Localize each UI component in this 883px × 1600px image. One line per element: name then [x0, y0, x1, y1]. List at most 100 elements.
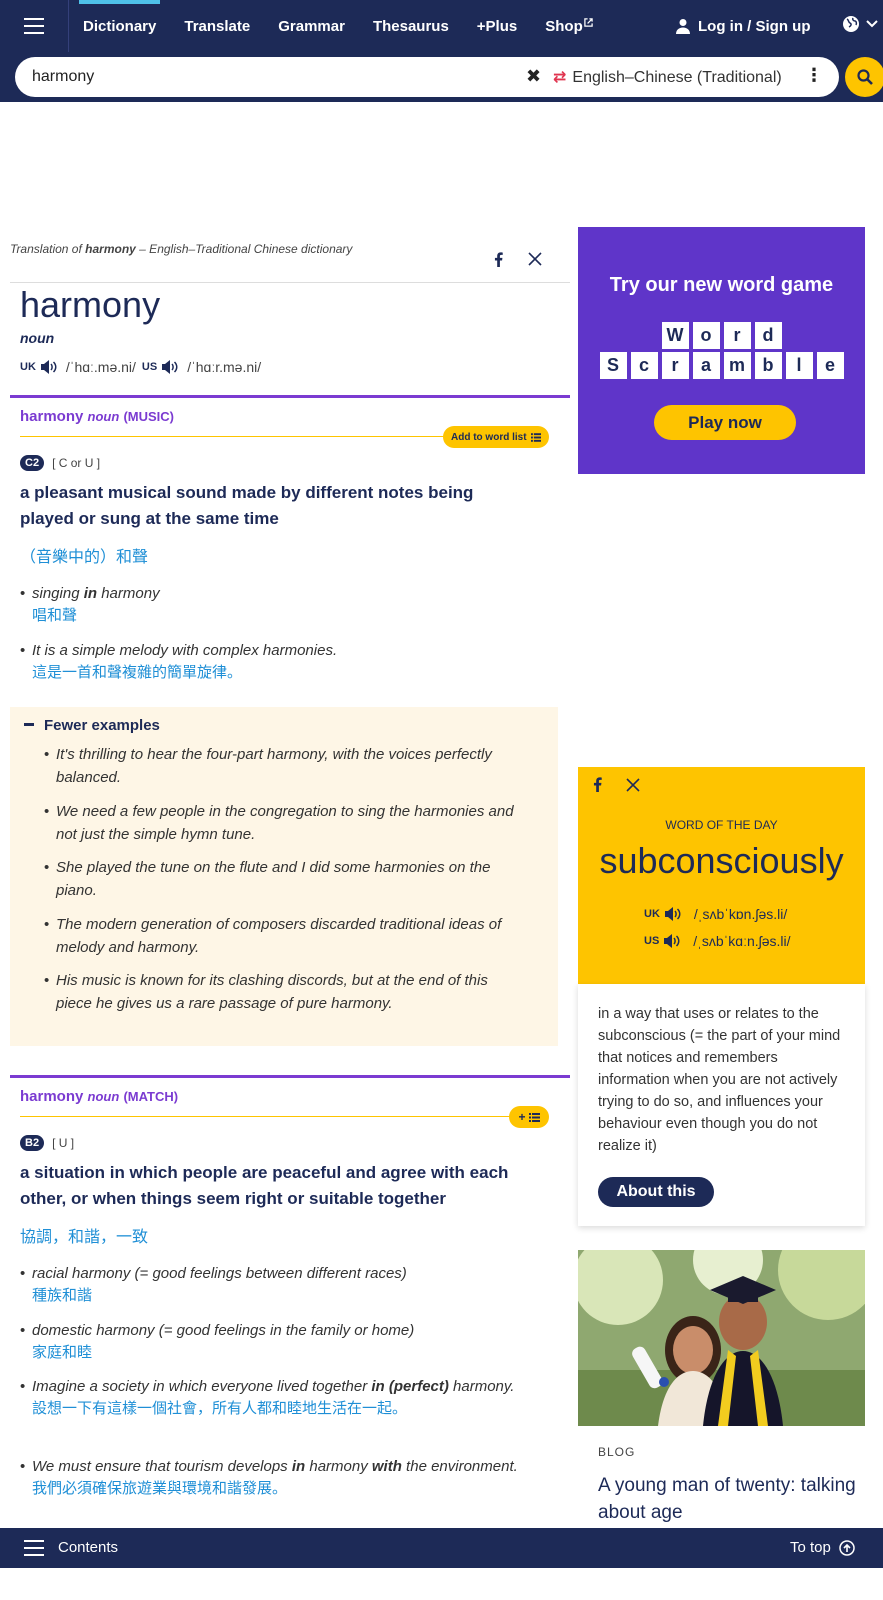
- nav-thesaurus[interactable]: Thesaurus: [359, 0, 463, 52]
- contents-button[interactable]: Contents: [24, 1539, 118, 1556]
- x-icon: [528, 252, 542, 266]
- scramble-tiles-row2: S c r a m b l e: [578, 352, 865, 379]
- example: It is a simple melody with complex harmo…: [20, 640, 560, 684]
- nav-plus[interactable]: +Plus: [463, 0, 531, 52]
- swap-icon: ⇄: [553, 69, 567, 86]
- add-to-word-list-label: Add to word list: [451, 431, 527, 443]
- more-options-icon[interactable]: ⋮: [805, 65, 823, 86]
- sense-pos: noun: [87, 409, 120, 424]
- example-text: It is a simple melody with complex harmo…: [20, 640, 560, 662]
- uk-label: UK: [644, 908, 660, 920]
- sense-pos: noun: [87, 1089, 120, 1104]
- more-example: The modern generation of composers disca…: [44, 913, 524, 959]
- facebook-icon: [494, 252, 503, 267]
- fewer-examples-toggle[interactable]: Fewer examples: [24, 717, 160, 734]
- blog-card[interactable]: BLOG A young man of twenty: talking abou…: [578, 1250, 865, 1530]
- nav-grammar[interactable]: Grammar: [264, 0, 359, 52]
- letter-tile: d: [754, 322, 782, 349]
- language-selector[interactable]: [842, 15, 878, 33]
- grammar-code: [ U ]: [52, 1136, 75, 1150]
- sense-headword: harmony: [20, 1088, 84, 1105]
- definition: a pleasant musical sound made by differe…: [20, 483, 474, 528]
- speaker-icon[interactable]: [40, 359, 58, 375]
- us-label: US: [141, 361, 158, 373]
- sense-guideword: (MUSIC): [123, 409, 175, 424]
- example: We must ensure that tourism develops in …: [20, 1456, 560, 1500]
- dictionary-selector[interactable]: ⇄ English–Chinese (Traditional): [553, 67, 782, 87]
- about-this-button[interactable]: About this: [598, 1177, 714, 1207]
- wotd-definition-card: in a way that uses or relates to the sub…: [578, 984, 865, 1226]
- example: Imagine a society in which everyone live…: [20, 1376, 560, 1420]
- sense-guideword: (MATCH): [123, 1089, 179, 1104]
- wotd-definition: in a way that uses or relates to the sub…: [598, 1006, 841, 1154]
- example-bold: in (perfect): [371, 1378, 449, 1395]
- clear-search-icon[interactable]: ✖: [526, 66, 541, 87]
- example-part: the environment.: [401, 1458, 518, 1475]
- nav-dictionary[interactable]: Dictionary: [69, 0, 170, 52]
- wotd-word[interactable]: subconsciously: [578, 840, 865, 882]
- share-facebook[interactable]: [593, 777, 602, 797]
- example-text: racial harmony (= good feelings between …: [20, 1263, 560, 1285]
- search-input[interactable]: harmony: [32, 68, 94, 86]
- word-scramble-ad[interactable]: Try our new word game W o r d S c r a m …: [578, 227, 865, 474]
- play-now-button[interactable]: Play now: [654, 405, 796, 440]
- translation-of: Translation of harmony – English–Traditi…: [10, 242, 352, 256]
- wotd-us-pron: US /ˌsʌbˈkɑːn.ʃəs.li/: [644, 933, 791, 949]
- definition-translation: （音樂中的）和聲: [20, 549, 149, 566]
- divider: [10, 282, 570, 283]
- letter-tile: m: [723, 352, 751, 379]
- to-top-button[interactable]: To top: [790, 1539, 855, 1556]
- facebook-icon: [593, 777, 602, 792]
- add-to-word-list-button[interactable]: +: [509, 1106, 549, 1128]
- sense-match: harmony noun (MATCH) + B2 [ U ] a situat…: [10, 1075, 570, 1535]
- translation-of-word: harmony: [85, 242, 136, 256]
- nav-shop[interactable]: Shop: [531, 0, 607, 52]
- translation-of-suffix: – English–Traditional Chinese dictionary: [135, 242, 353, 256]
- example-part: We must ensure that tourism develops: [32, 1458, 292, 1475]
- example-translation: 種族和諧: [32, 1287, 93, 1304]
- add-to-word-list-button[interactable]: Add to word list: [443, 426, 549, 448]
- minus-icon: [24, 722, 34, 726]
- speaker-icon[interactable]: [161, 359, 179, 375]
- ad-title: Try our new word game: [609, 274, 834, 296]
- speaker-icon[interactable]: [664, 906, 682, 922]
- blog-title[interactable]: A young man of twenty: talking about age: [598, 1472, 858, 1526]
- arrow-up-circle-icon: [839, 1539, 855, 1556]
- globe-icon: [843, 16, 859, 32]
- letter-tile: W: [661, 322, 689, 349]
- more-example: It's thrilling to hear the four-part har…: [44, 743, 524, 789]
- more-example: His music is known for its clashing disc…: [44, 969, 524, 1015]
- chevron-down-icon: [866, 20, 878, 28]
- user-icon: [676, 19, 690, 34]
- example-bold: in: [291, 1458, 306, 1475]
- speaker-icon[interactable]: [663, 933, 681, 949]
- sense-header: harmony noun (MATCH): [20, 1088, 178, 1105]
- example-part: harmony: [97, 585, 160, 602]
- example-text: Imagine a society in which everyone live…: [20, 1376, 560, 1398]
- search-button[interactable]: [845, 57, 883, 97]
- part-of-speech: noun: [20, 330, 55, 346]
- pronunciation: UK /ˈhɑː.mə.ni/ US /ˈhɑːr.mə.ni/: [20, 359, 267, 375]
- cefr-badge: C2: [20, 455, 45, 471]
- uk-label: UK: [20, 361, 36, 373]
- us-ipa: /ˈhɑːr.mə.ni/: [187, 359, 262, 375]
- menu-button[interactable]: [0, 0, 69, 52]
- letter-tile: S: [599, 352, 627, 379]
- search-bar: harmony ✖ ⇄ English–Chinese (Traditional)…: [0, 52, 883, 102]
- share-x[interactable]: [626, 778, 640, 797]
- scramble-tiles-row1: W o r d: [578, 322, 865, 349]
- share-facebook[interactable]: [494, 252, 503, 267]
- fewer-examples-label: Fewer examples: [44, 717, 160, 734]
- letter-tile: e: [816, 352, 844, 379]
- definition: a situation in which people are peaceful…: [20, 1163, 509, 1208]
- example-bold: with: [371, 1458, 402, 1475]
- nav-translate[interactable]: Translate: [170, 0, 264, 52]
- example: racial harmony (= good feelings between …: [20, 1263, 560, 1307]
- more-example: She played the tune on the flute and I d…: [44, 856, 524, 902]
- top-nav: Dictionary Translate Grammar Thesaurus +…: [0, 0, 883, 52]
- letter-tile: r: [723, 322, 751, 349]
- share-x[interactable]: [528, 252, 542, 266]
- level-info: C2 [ C or U ]: [20, 455, 100, 471]
- example: domestic harmony (= good feelings in the…: [20, 1320, 560, 1364]
- login-link[interactable]: Log in / Sign up: [676, 0, 810, 52]
